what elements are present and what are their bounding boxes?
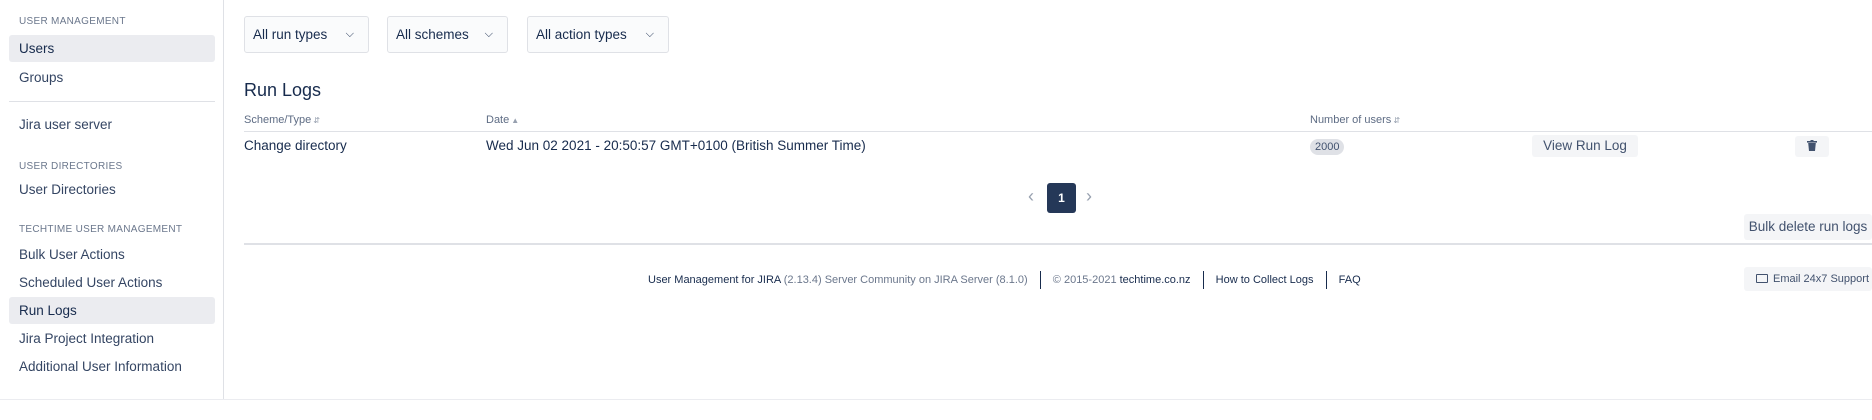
section-title-techtime: TECHTIME USER MANAGEMENT (19, 224, 183, 235)
collect-logs-link[interactable]: How to Collect Logs (1216, 274, 1314, 286)
sort-icon: ⇵ (1393, 116, 1401, 125)
action-types-label: All action types (536, 27, 627, 42)
sidebar-item-jira-user-server[interactable]: Jira user server (9, 111, 215, 138)
schemes-label: All schemes (396, 27, 469, 42)
sidebar-item-run-logs[interactable]: Run Logs (9, 297, 215, 324)
sidebar-item-jira-project-integration[interactable]: Jira Project Integration (9, 325, 215, 352)
page-1-button[interactable]: 1 (1047, 183, 1076, 213)
faq-link[interactable]: FAQ (1339, 274, 1361, 286)
column-header-scheme-type[interactable]: Scheme/Type ⇵ (244, 114, 320, 126)
footer-version: (2.13.4) Server Community on JIRA Server… (783, 273, 1028, 286)
trash-icon (1807, 140, 1817, 151)
bulk-delete-button[interactable]: Bulk delete run logs (1744, 214, 1872, 240)
cell-scheme-type: Change directory (244, 138, 347, 153)
sidebar-item-additional-user-information[interactable]: Additional User Information (9, 353, 215, 380)
bottom-divider (0, 399, 1872, 400)
sidebar-item-scheduled-user-actions[interactable]: Scheduled User Actions (9, 269, 215, 296)
user-count-badge: 2000 (1310, 139, 1345, 155)
envelope-icon (1756, 274, 1768, 283)
column-header-label: Date (486, 114, 510, 126)
footer-separator (1039, 271, 1041, 289)
footer-separator (1325, 271, 1327, 289)
table-header-divider (244, 131, 1872, 132)
delete-button[interactable] (1795, 136, 1829, 157)
footer: User Management for JIRA (2.13.4) Server… (648, 271, 1361, 289)
run-types-select[interactable]: All run types ⌵ (244, 16, 369, 53)
sort-icon: ▲ (511, 116, 520, 125)
footer-copyright: © 2015-2021 (1052, 273, 1117, 286)
sidebar-item-user-directories[interactable]: User Directories (9, 176, 215, 203)
section-title-user-management: USER MANAGEMENT (19, 16, 126, 27)
view-run-log-button[interactable]: View Run Log (1532, 135, 1638, 157)
schemes-select[interactable]: All schemes ⌵ (387, 16, 508, 53)
email-support-label: Email 24x7 Support (1773, 273, 1869, 285)
column-header-date[interactable]: Date ▲ (486, 114, 519, 126)
chevron-down-icon: ⌵ (645, 28, 654, 40)
sidebar-divider (9, 101, 215, 102)
run-types-label: All run types (253, 27, 328, 42)
sidebar-item-users[interactable]: Users (9, 35, 215, 62)
footer-company-link[interactable]: techtime.co.nz (1120, 274, 1191, 286)
column-header-label: Scheme/Type (244, 114, 312, 126)
column-header-number-of-users[interactable]: Number of users ⇵ (1310, 114, 1400, 126)
footer-divider (244, 243, 1872, 245)
sidebar: USER MANAGEMENT Users Groups Jira user s… (0, 0, 224, 400)
chevron-right-icon[interactable]: › (1086, 186, 1092, 207)
chevron-down-icon: ⌵ (484, 28, 493, 40)
sidebar-item-groups[interactable]: Groups (9, 64, 215, 91)
chevron-left-icon[interactable]: ‹ (1028, 186, 1034, 207)
sort-icon: ⇵ (313, 116, 320, 125)
section-title-user-directories: USER DIRECTORIES (19, 161, 123, 172)
email-support-button[interactable]: Email 24x7 Support (1744, 267, 1872, 291)
column-header-label: Number of users (1310, 114, 1392, 126)
cell-date: Wed Jun 02 2021 - 20:50:57 GMT+0100 (Bri… (486, 138, 866, 153)
sidebar-item-bulk-user-actions[interactable]: Bulk User Actions (9, 241, 215, 268)
chevron-down-icon: ⌵ (345, 28, 354, 40)
footer-separator (1202, 271, 1204, 289)
action-types-select[interactable]: All action types ⌵ (527, 16, 669, 53)
footer-product: User Management for JIRA (648, 273, 781, 286)
page-title: Run Logs (244, 80, 322, 100)
